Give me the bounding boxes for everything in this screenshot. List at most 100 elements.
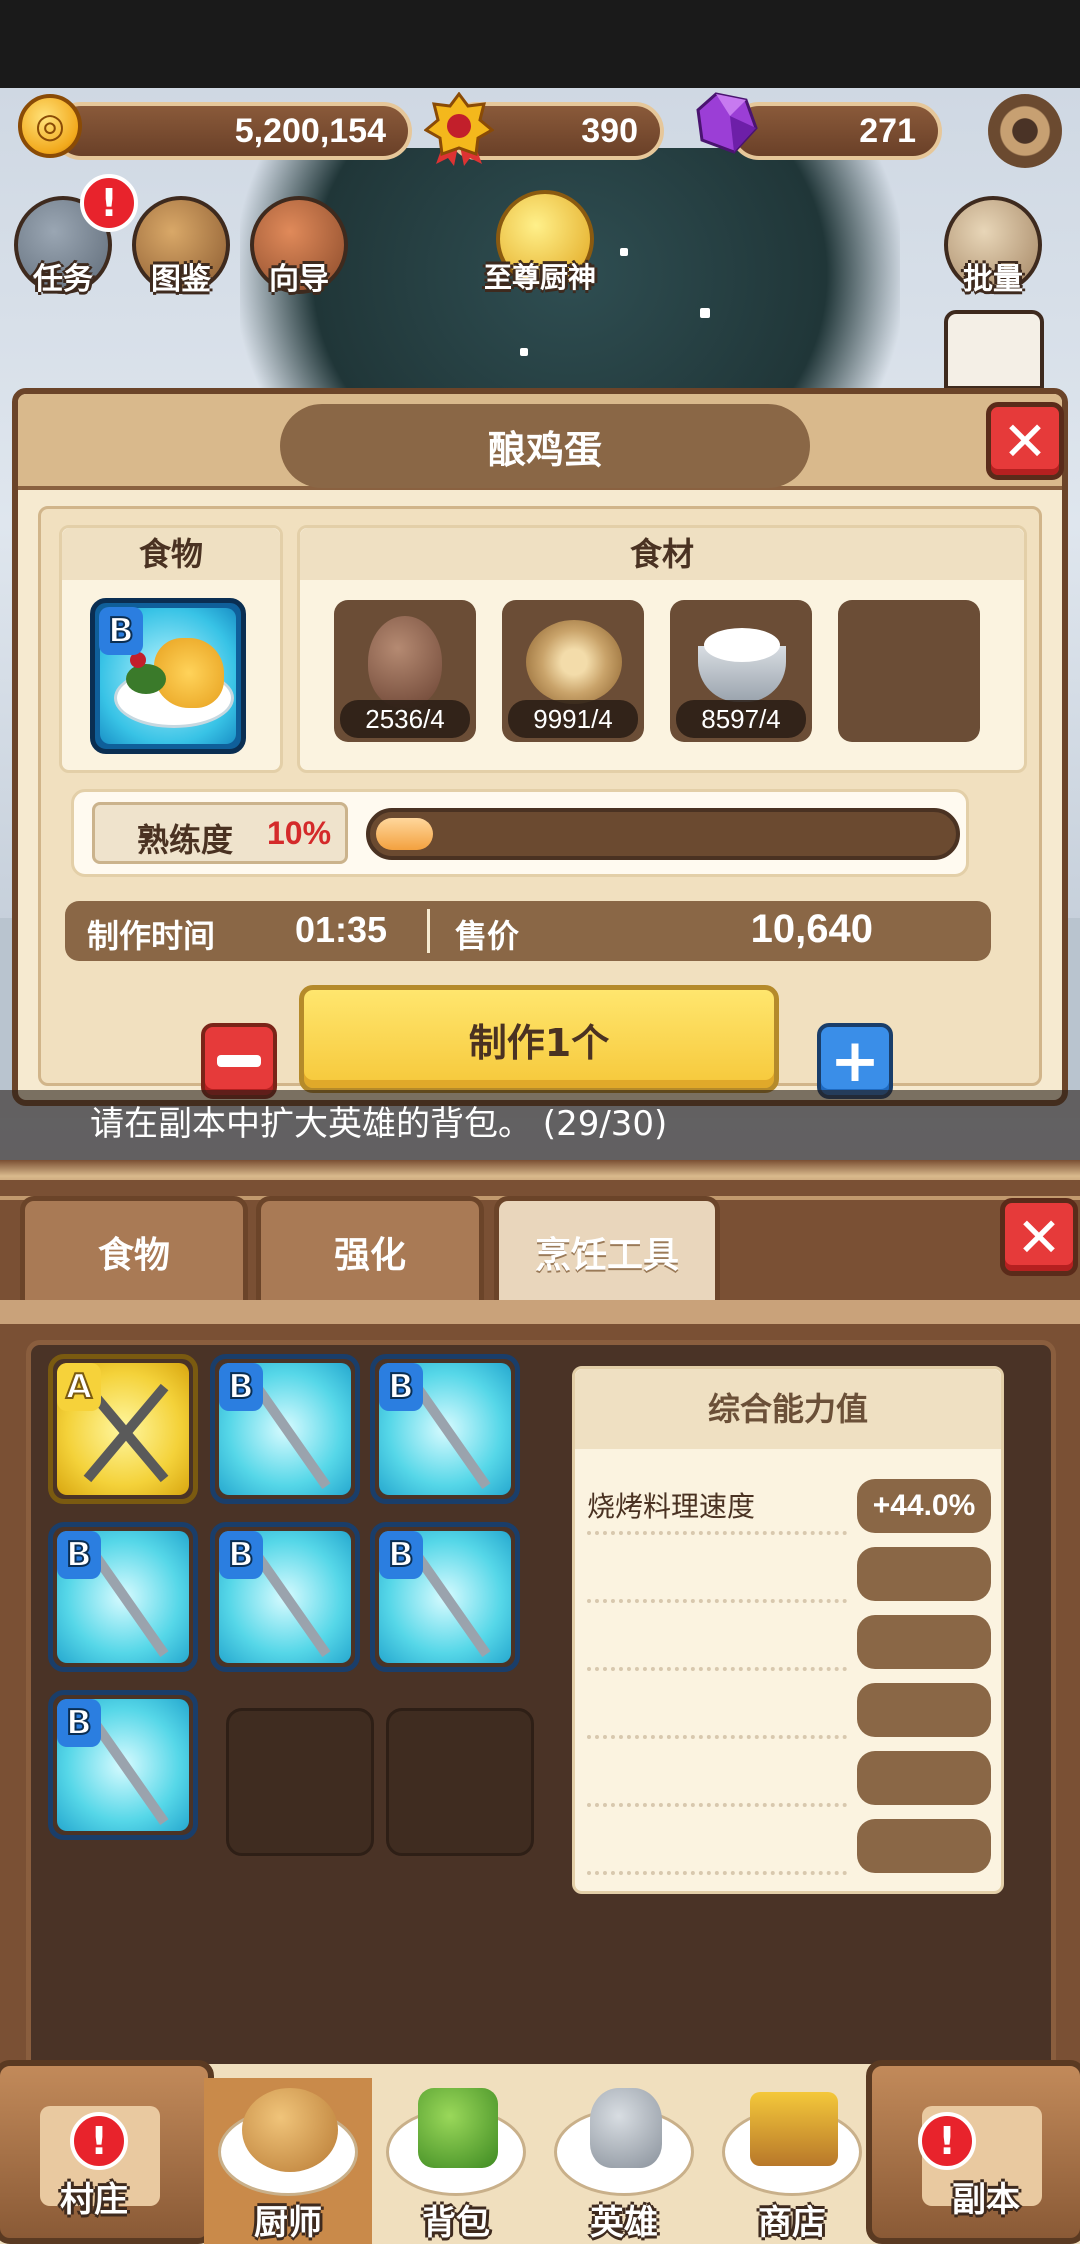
nav-dungeon-label: 副本: [952, 2180, 1020, 2220]
tool-grade-badge: B: [219, 1363, 263, 1411]
proficiency-value: 10%: [267, 815, 332, 851]
batch-button[interactable]: 批量: [938, 192, 1048, 302]
medal-icon: [424, 92, 494, 166]
tool-slot-fork[interactable]: B: [48, 1522, 198, 1672]
minus-icon: [217, 1055, 261, 1067]
price-value: 10,640: [750, 907, 873, 951]
food-grade-badge: B: [99, 607, 143, 655]
craft-button[interactable]: 制作1个: [299, 985, 779, 1093]
close-dialog-button[interactable]: ✕: [986, 402, 1064, 480]
stats-title: 综合能力值: [575, 1369, 1001, 1449]
tool-grade-badge: B: [57, 1531, 101, 1579]
ingredient-count: 8597/4: [676, 700, 806, 738]
nav-chef-label: 厨师: [254, 2203, 322, 2243]
stat-row-empty: [587, 1677, 997, 1743]
close-panel-button[interactable]: ✕: [1000, 1198, 1078, 1276]
nav-bag[interactable]: 背包: [372, 2078, 540, 2244]
proficiency-progress-bar: [366, 808, 960, 860]
gold-counter: 5,200,154: [52, 102, 412, 160]
egg-icon: [368, 616, 442, 708]
tab-enhance[interactable]: 强化: [256, 1196, 484, 1302]
ingredients-section: 食材 2536/4 9991/4 8597/4: [297, 525, 1027, 773]
increase-quantity-button[interactable]: +: [817, 1023, 893, 1099]
roast-chicken-icon: [242, 2088, 338, 2172]
quest-label: 任务: [33, 262, 93, 297]
proficiency-label: 熟练度: [137, 821, 234, 859]
treasure-chest-icon: [750, 2092, 838, 2166]
recipe-title: 酿鸡蛋: [280, 404, 810, 488]
gold-amount: 5,200,154: [234, 111, 386, 150]
dialog-header: 酿鸡蛋 ✕: [18, 394, 1064, 490]
ingredient-slot-salt[interactable]: 8597/4: [670, 600, 812, 742]
tool-slot-fork[interactable]: B: [210, 1522, 360, 1672]
shell-icon: [526, 620, 622, 704]
backpack-icon: [418, 2088, 498, 2168]
nav-hero-label: 英雄: [590, 2203, 658, 2243]
recipe-dialog: 酿鸡蛋 ✕ 食物 B 食材 2536/4 9991/4 8597/4 熟练度 1…: [12, 388, 1068, 1106]
master-chef-button[interactable]: 至尊厨神: [478, 186, 602, 296]
nav-chef[interactable]: 厨师: [204, 2078, 372, 2244]
ingredient-count: 9991/4: [508, 700, 638, 738]
gem-amount: 271: [859, 111, 916, 150]
ingredients-header: 食材: [300, 528, 1024, 580]
stat-row-empty: [587, 1609, 997, 1675]
settings-gear-icon[interactable]: [988, 94, 1062, 168]
proficiency-row: 熟练度 10%: [71, 789, 969, 877]
tool-slot-tongs[interactable]: A: [48, 1354, 198, 1504]
stat-row-empty: [587, 1745, 997, 1811]
nav-hero[interactable]: 英雄: [540, 2078, 708, 2244]
stat-row-empty: [587, 1813, 997, 1879]
stat-name: 烧烤料理速度: [587, 1490, 756, 1523]
price-label: 售价: [455, 917, 520, 955]
village-alert-badge: !: [70, 2112, 128, 2170]
nav-bag-label: 背包: [422, 2203, 490, 2243]
nav-shop-label: 商店: [758, 2203, 826, 2243]
dungeon-alert-badge: !: [918, 2112, 976, 2170]
tab-food[interactable]: 食物: [20, 1196, 248, 1302]
knight-helmet-icon: [590, 2088, 662, 2168]
tool-slot-fork[interactable]: B: [370, 1522, 520, 1672]
craft-time-value: 01:35: [295, 909, 388, 950]
menu-board-icon[interactable]: [944, 310, 1044, 390]
notice-strip: 请在副本中扩大英雄的背包。 (29/30): [0, 1090, 1080, 1160]
collection-button[interactable]: 图鉴: [126, 192, 236, 302]
tool-slot-empty: [386, 1708, 534, 1856]
nav-shop[interactable]: 商店: [708, 2078, 876, 2244]
ingredient-count: 2536/4: [340, 700, 470, 738]
ingredient-slot-shell[interactable]: 9991/4: [502, 600, 644, 742]
tool-slot-fork[interactable]: B: [210, 1354, 360, 1504]
tool-grade-badge: B: [379, 1363, 423, 1411]
food-item-card[interactable]: B: [90, 598, 246, 754]
tool-grade-badge: B: [57, 1699, 101, 1747]
medal-amount: 390: [581, 111, 638, 150]
guide-button[interactable]: 向导: [244, 192, 354, 302]
food-header: 食物: [62, 528, 280, 580]
proficiency-progress-fill: [376, 818, 434, 850]
purple-gem-icon: [696, 92, 758, 154]
craft-info-bar: 制作时间 01:35 售价 10,640: [65, 901, 991, 961]
stats-card: 综合能力值 烧烤料理速度 +44.0%: [572, 1366, 1004, 1894]
master-chef-label: 至尊厨神: [483, 261, 596, 294]
stat-row-empty: [587, 1541, 997, 1607]
ingredient-slot-egg[interactable]: 2536/4: [334, 600, 476, 742]
tool-slot-fork[interactable]: B: [370, 1354, 520, 1504]
plus-icon: +: [829, 1026, 881, 1096]
dialog-body: 食物 B 食材 2536/4 9991/4 8597/4 熟练度 10% 制作时…: [38, 506, 1042, 1099]
guide-label: 向导: [269, 262, 329, 297]
proficiency-tag: 熟练度 10%: [92, 802, 348, 864]
stat-value: +44.0%: [857, 1479, 991, 1533]
tool-grade-badge: A: [57, 1363, 101, 1411]
tool-grade-badge: B: [379, 1531, 423, 1579]
batch-label: 批量: [963, 262, 1023, 297]
tool-grade-badge: B: [219, 1531, 263, 1579]
tab-cooking-tools[interactable]: 烹饪工具: [494, 1196, 720, 1302]
tool-slot-fork[interactable]: B: [48, 1690, 198, 1840]
status-bar: [0, 0, 1080, 88]
ingredient-slot-empty: [838, 600, 980, 742]
tool-slot-empty: [226, 1708, 374, 1856]
stat-row: 烧烤料理速度 +44.0%: [587, 1473, 997, 1539]
notice-text: 请在副本中扩大英雄的背包。 (29/30): [90, 1104, 668, 1144]
decrease-quantity-button[interactable]: [201, 1023, 277, 1099]
nav-village-label: 村庄: [60, 2180, 128, 2220]
collection-label: 图鉴: [151, 262, 211, 297]
